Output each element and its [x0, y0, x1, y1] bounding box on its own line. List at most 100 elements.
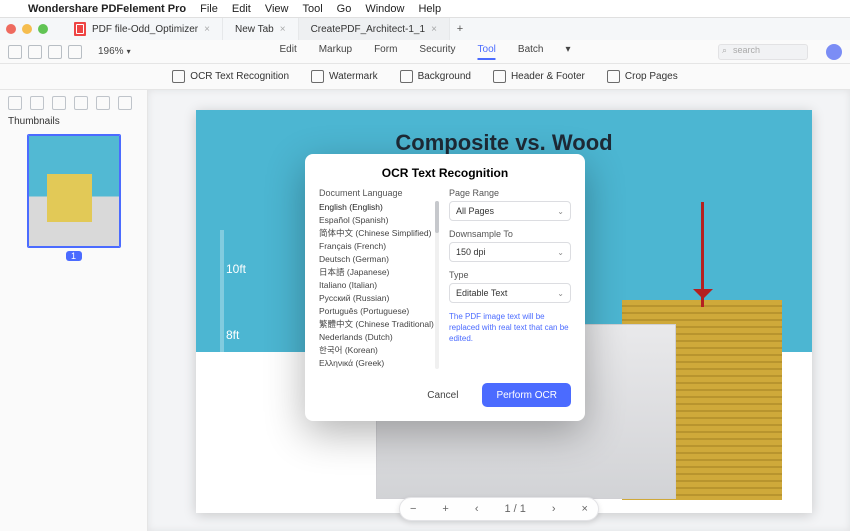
chevron-down-icon: ▾	[127, 47, 131, 56]
menu-window[interactable]: Window	[365, 3, 404, 15]
user-avatar[interactable]	[826, 44, 842, 60]
lang-option[interactable]: English (English)	[319, 201, 433, 214]
menu-file[interactable]: File	[200, 3, 218, 15]
thumbnails-icon[interactable]	[8, 96, 22, 110]
next-page-button[interactable]: ›	[552, 503, 556, 515]
new-tab-button[interactable]: +	[450, 23, 470, 35]
prev-page-button[interactable]: ‹	[475, 503, 479, 515]
annotations-icon[interactable]	[74, 96, 88, 110]
mode-edit[interactable]: Edit	[279, 44, 296, 60]
ocr-label: OCR Text Recognition	[190, 71, 289, 82]
dialog-title: OCR Text Recognition	[319, 166, 571, 180]
chevron-down-icon: ⌄	[557, 289, 564, 298]
tab-1-label: New Tab	[235, 24, 274, 35]
zoom-dropdown[interactable]: 196% ▾	[98, 46, 131, 57]
search-panel-icon[interactable]	[96, 96, 110, 110]
watermark-button[interactable]: Watermark	[311, 70, 378, 83]
crop-icon	[607, 70, 620, 83]
menu-tool[interactable]: Tool	[302, 3, 322, 15]
tab-0-label: PDF file-Odd_Optimizer	[92, 24, 198, 35]
downsample-select[interactable]: 150 dpi ⌄	[449, 242, 571, 262]
window-tabbar: PDF file-Odd_Optimizer × New Tab × Creat…	[0, 18, 850, 40]
ruler-7ft: 7ft	[226, 422, 239, 436]
grid-view-icon[interactable]	[28, 45, 42, 59]
lang-option[interactable]: Deutsch (German)	[319, 253, 433, 266]
view-mode-icons	[8, 45, 82, 59]
crop-button[interactable]: Crop Pages	[607, 70, 678, 83]
mode-batch[interactable]: Batch	[518, 44, 544, 60]
ruler-10ft: 10ft	[226, 262, 246, 276]
lang-option[interactable]: 日本語 (Japanese)	[319, 266, 433, 279]
scrollbar[interactable]	[435, 201, 439, 369]
close-pager-button[interactable]: ×	[582, 503, 588, 515]
downsample-label: Downsample To	[449, 229, 571, 239]
lang-option[interactable]: Русский (Russian)	[319, 292, 433, 305]
header-footer-label: Header & Footer	[511, 71, 585, 82]
page-indicator: 1 / 1	[505, 503, 526, 515]
tab-1[interactable]: New Tab ×	[223, 18, 299, 40]
search-input[interactable]: search	[718, 44, 808, 60]
chevron-down-icon: ⌄	[557, 248, 564, 257]
lang-option[interactable]: 简体中文 (Chinese Simplified)	[319, 227, 433, 240]
background-label: Background	[418, 71, 471, 82]
lang-option[interactable]: Italiano (Italian)	[319, 279, 433, 292]
tab-2-label: CreatePDF_Architect-1_1	[311, 24, 426, 35]
menu-view[interactable]: View	[265, 3, 289, 15]
bookmarks-icon[interactable]	[30, 96, 44, 110]
close-icon[interactable]: ×	[204, 24, 210, 35]
mode-tabs: Edit Markup Form Security Tool Batch ▾	[279, 44, 570, 60]
sidebar-title: Thumbnails	[8, 116, 139, 127]
menu-help[interactable]: Help	[418, 3, 441, 15]
continuous-icon[interactable]	[68, 45, 82, 59]
watermark-label: Watermark	[329, 71, 378, 82]
type-label: Type	[449, 270, 571, 280]
lang-option[interactable]: 한국어 (Korean)	[319, 344, 433, 357]
document-language-label: Document Language	[319, 188, 439, 198]
tab-2[interactable]: CreatePDF_Architect-1_1 ×	[299, 18, 450, 40]
lang-option[interactable]: Español (Spanish)	[319, 214, 433, 227]
traffic-lights[interactable]	[6, 24, 48, 34]
lang-option[interactable]: Português (Portuguese)	[319, 305, 433, 318]
thumbnails-sidebar: Thumbnails 1	[0, 90, 148, 531]
mode-markup[interactable]: Markup	[319, 44, 352, 60]
close-icon[interactable]: ×	[280, 24, 286, 35]
chevron-down-icon[interactable]: ▾	[565, 44, 570, 60]
language-list[interactable]: English (English) Español (Spanish) 简体中文…	[319, 201, 439, 369]
pdf-icon	[74, 22, 86, 36]
type-value: Editable Text	[456, 288, 507, 298]
thumb-panel-icon[interactable]	[8, 45, 22, 59]
type-hint-text: The PDF image text will be replaced with…	[449, 311, 571, 344]
attachments-icon[interactable]	[52, 96, 66, 110]
perform-ocr-button[interactable]: Perform OCR	[482, 383, 571, 407]
ocr-button[interactable]: OCR Text Recognition	[172, 70, 289, 83]
primary-toolbar: 196% ▾ Edit Markup Form Security Tool Ba…	[0, 40, 850, 64]
tab-0[interactable]: PDF file-Odd_Optimizer ×	[62, 18, 223, 40]
mode-security[interactable]: Security	[419, 44, 455, 60]
zoom-out-button[interactable]: −	[410, 503, 416, 515]
cancel-button[interactable]: Cancel	[413, 383, 472, 407]
ruler-8ft: 8ft	[226, 328, 239, 342]
settings-icon[interactable]	[118, 96, 132, 110]
chevron-down-icon: ⌄	[557, 207, 564, 216]
lang-option[interactable]: Nederlands (Dutch)	[319, 331, 433, 344]
lang-option[interactable]: Ελληνικά (Greek)	[319, 357, 433, 369]
zoom-in-button[interactable]: +	[442, 503, 448, 515]
close-icon[interactable]: ×	[431, 24, 437, 35]
background-button[interactable]: Background	[400, 70, 471, 83]
single-page-icon[interactable]	[48, 45, 62, 59]
page-range-select[interactable]: All Pages ⌄	[449, 201, 571, 221]
type-select[interactable]: Editable Text ⌄	[449, 283, 571, 303]
menu-edit[interactable]: Edit	[232, 3, 251, 15]
menu-go[interactable]: Go	[337, 3, 352, 15]
lang-option[interactable]: Français (French)	[319, 240, 433, 253]
page-thumbnail-1[interactable]: 1	[28, 135, 120, 261]
mode-tool[interactable]: Tool	[478, 44, 496, 60]
lang-option[interactable]: 繁體中文 (Chinese Traditional)	[319, 318, 433, 331]
doc-headline: Composite vs. Wood	[289, 130, 719, 156]
app-name[interactable]: Wondershare PDFelement Pro	[28, 3, 186, 15]
red-arrow-annotation	[701, 202, 704, 307]
background-icon	[400, 70, 413, 83]
mode-form[interactable]: Form	[374, 44, 397, 60]
ocr-dialog: OCR Text Recognition Document Language E…	[305, 154, 585, 421]
header-footer-button[interactable]: Header & Footer	[493, 70, 585, 83]
